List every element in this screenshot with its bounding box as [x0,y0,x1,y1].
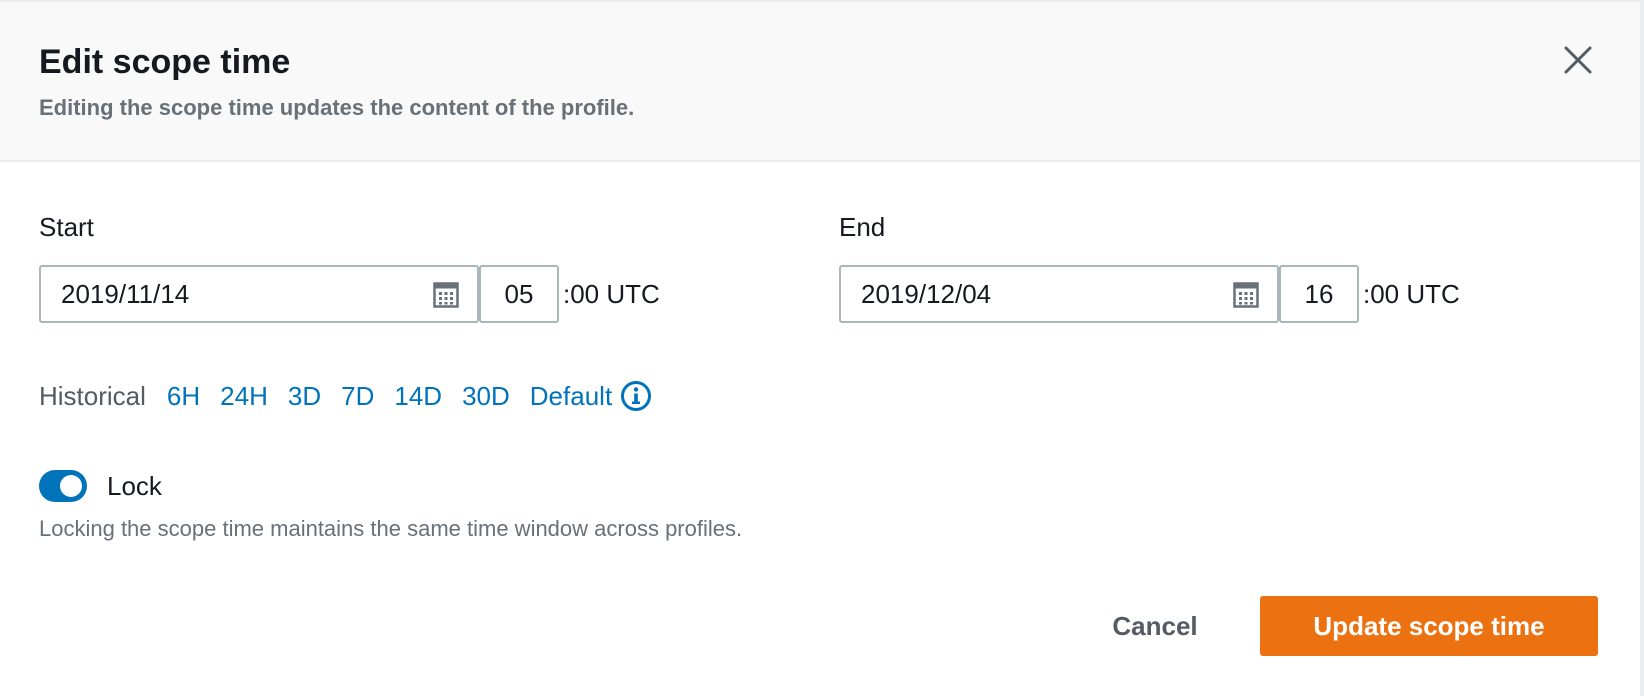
close-icon [1564,46,1592,74]
range-link-3d[interactable]: 3D [288,381,321,412]
modal-subtitle: Editing the scope time updates the conte… [39,95,635,120]
historical-ranges: Historical 6H 24H 3D 7D 14D 30D Default [39,378,652,414]
range-link-14d[interactable]: 14D [394,381,442,412]
range-link-24h[interactable]: 24H [220,381,268,412]
info-icon[interactable] [620,380,652,412]
start-utc-suffix: :00 UTC [563,279,660,309]
start-label: Start [39,212,94,242]
lock-description: Locking the scope time maintains the sam… [39,516,743,541]
close-button[interactable] [1556,40,1600,84]
calendar-icon[interactable] [1233,282,1259,308]
cancel-button[interactable]: Cancel [1090,596,1220,656]
edit-scope-time-modal: Edit scope time Editing the scope time u… [0,0,1644,696]
modal-title: Edit scope time [39,43,291,81]
toggle-knob [60,475,82,497]
range-link-30d[interactable]: 30D [462,381,510,412]
start-date-value: 2019/11/14 [61,279,190,309]
lock-label: Lock [107,471,162,501]
modal-header: Edit scope time Editing the scope time u… [0,0,1640,162]
lock-toggle[interactable] [39,470,87,502]
update-scope-time-button[interactable]: Update scope time [1260,596,1598,656]
range-link-default[interactable]: Default [530,381,612,412]
end-label: End [839,212,886,242]
range-link-7d[interactable]: 7D [341,381,374,412]
end-date-value: 2019/12/04 [861,279,992,309]
range-link-6h[interactable]: 6H [167,381,200,412]
calendar-icon[interactable] [433,282,459,308]
start-date-input[interactable]: 2019/11/14 [39,265,479,323]
end-utc-suffix: :00 UTC [1363,279,1460,309]
end-date-input[interactable]: 2019/12/04 [839,265,1279,323]
historical-label: Historical [39,380,146,411]
end-hour-input[interactable]: 16 [1279,265,1359,323]
start-hour-input[interactable]: 05 [479,265,559,323]
